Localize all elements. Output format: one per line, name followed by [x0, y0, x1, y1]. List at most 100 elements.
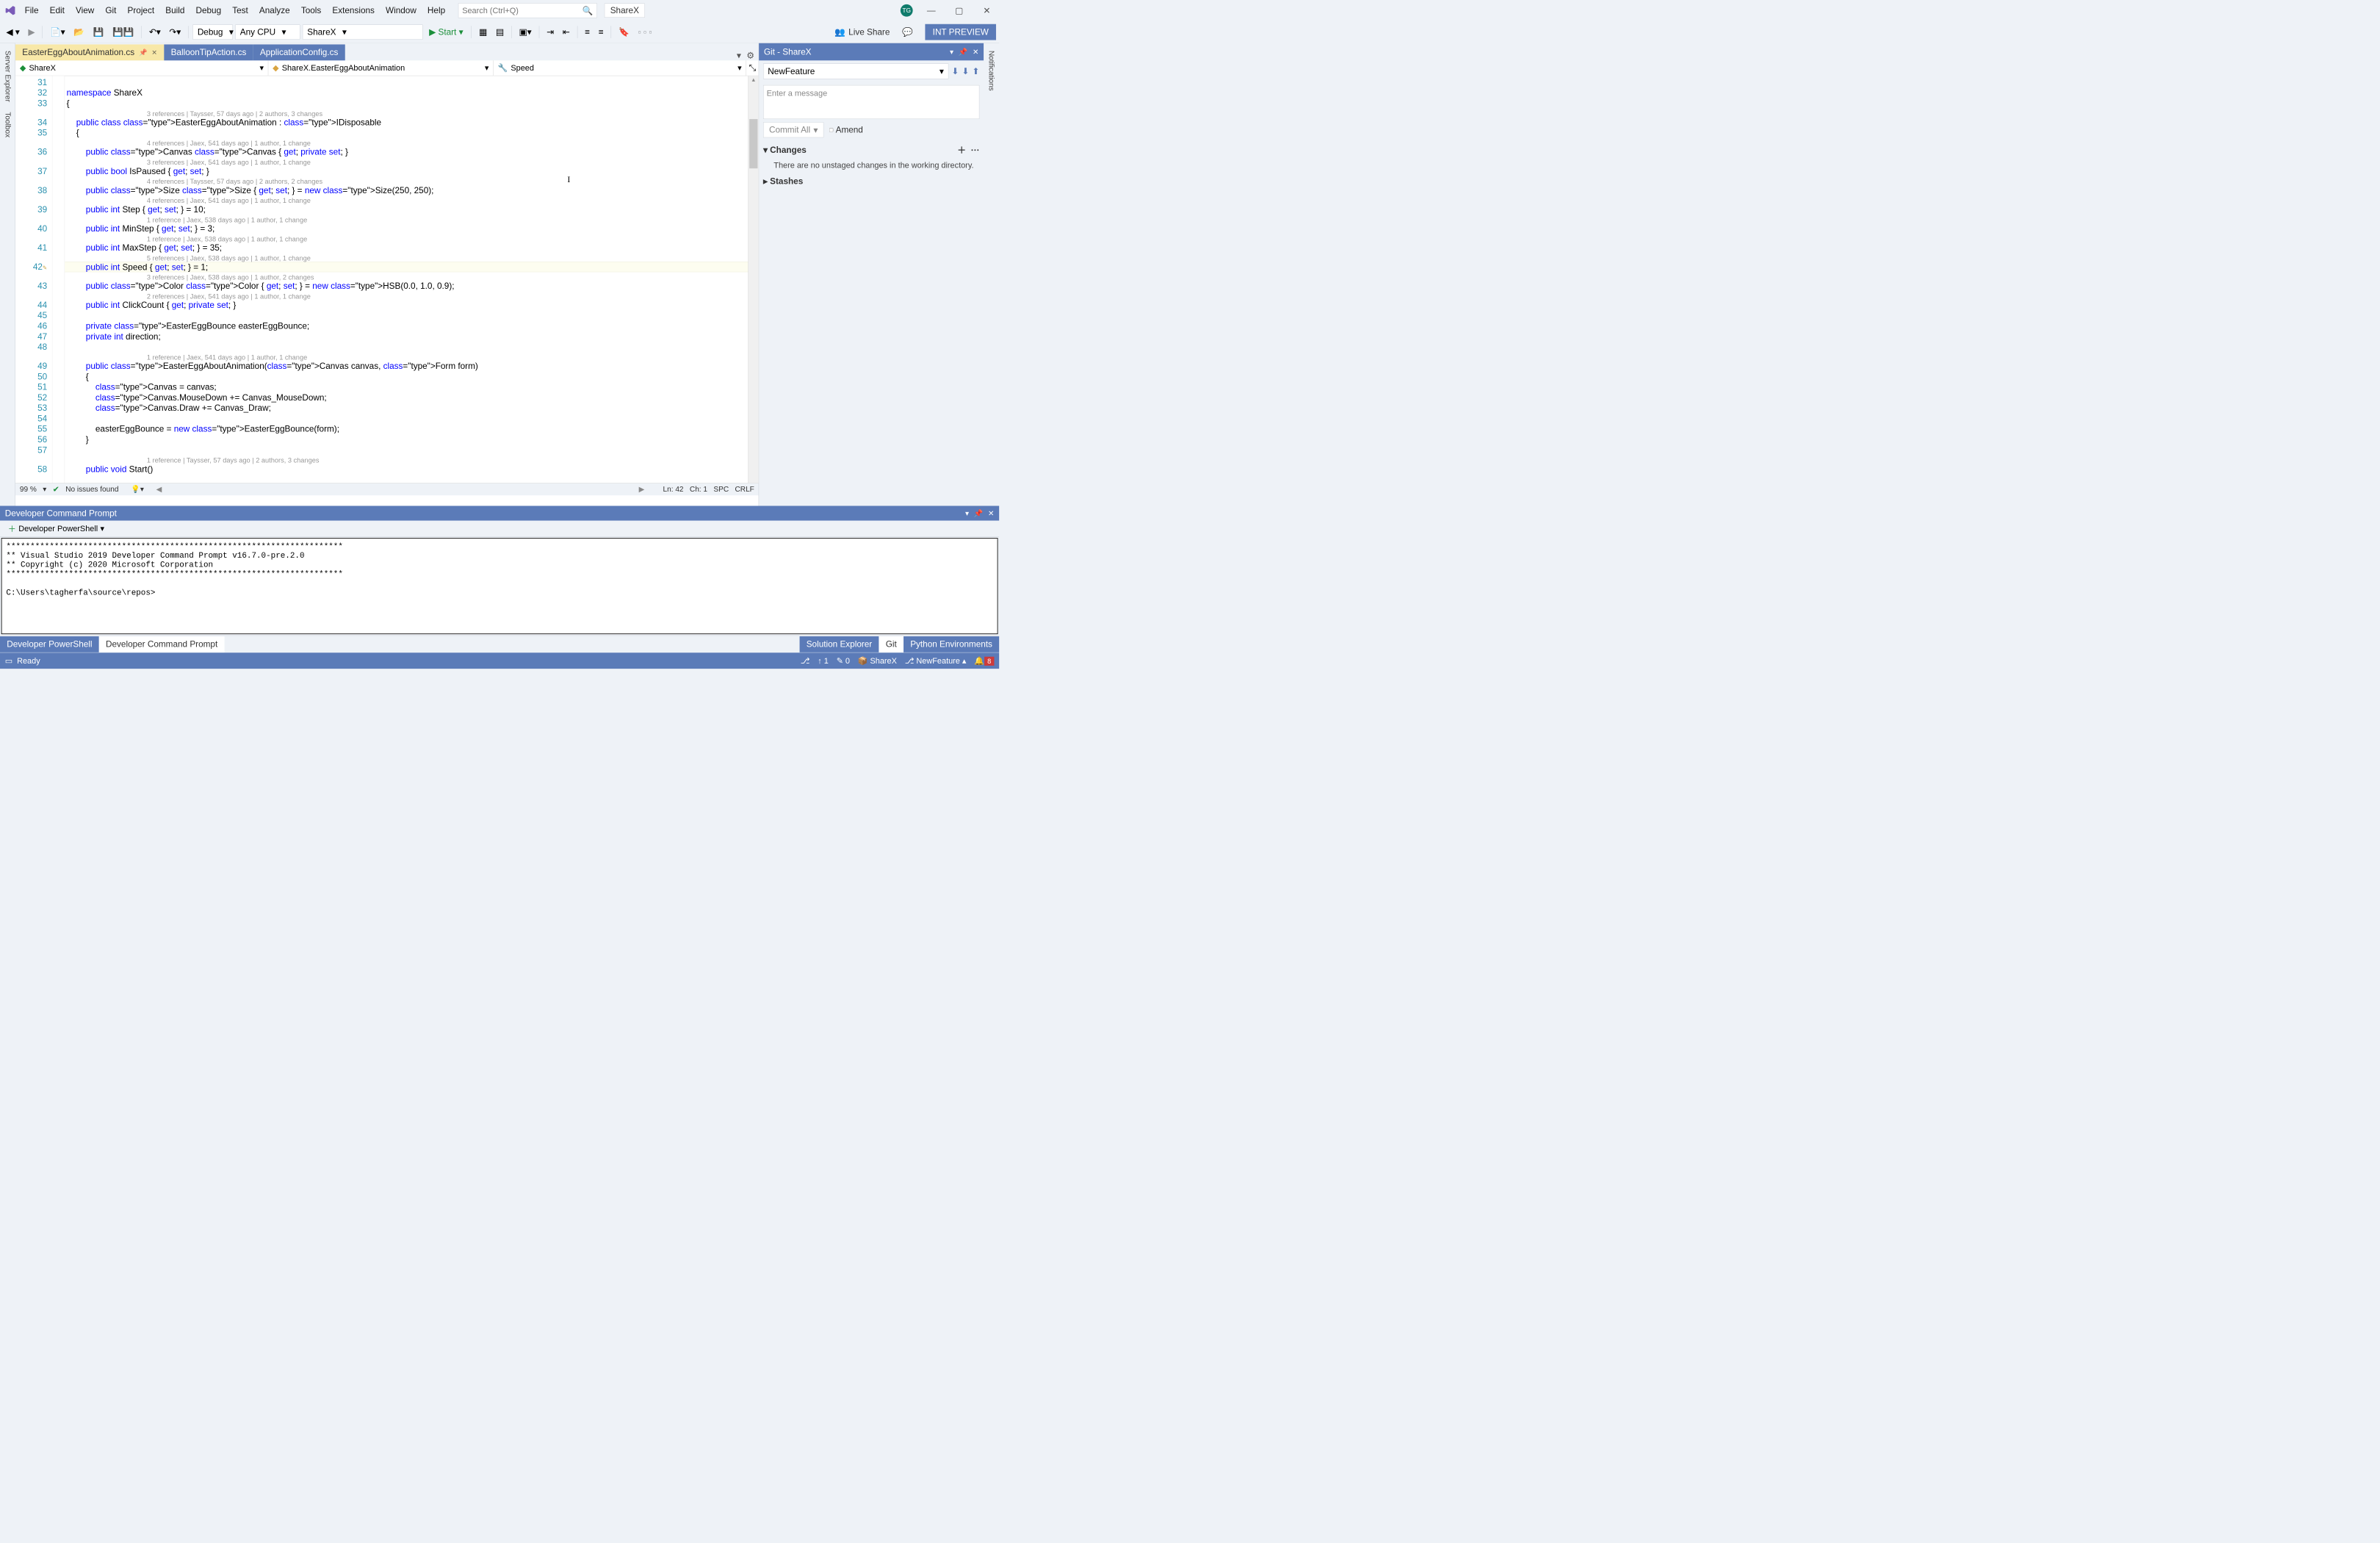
- panel-pin-icon[interactable]: 📌: [959, 47, 968, 56]
- config-dropdown[interactable]: Debug▾: [193, 24, 234, 39]
- menu-build[interactable]: Build: [160, 3, 190, 18]
- live-share-button[interactable]: 👥 Live Share: [834, 27, 890, 37]
- new-project-button[interactable]: 📄▾: [47, 25, 68, 39]
- changes-section-header[interactable]: ▾ Changes ＋ ⋯: [759, 140, 984, 159]
- scroll-thumb[interactable]: [749, 119, 757, 168]
- more-icon[interactable]: ⋯: [971, 145, 980, 155]
- commit-message-input[interactable]: Enter a message: [763, 85, 979, 119]
- menu-help[interactable]: Help: [422, 3, 450, 18]
- menu-file[interactable]: File: [19, 3, 44, 18]
- tab-settings-icon[interactable]: ⚙: [746, 50, 754, 60]
- issues-check-icon: ✔: [53, 485, 60, 494]
- nav-class-dropdown[interactable]: ◆ ShareX.EasterEggAboutAnimation▾: [268, 60, 493, 76]
- start-debug-button[interactable]: ▶ Start ▾: [425, 25, 467, 39]
- tab-overflow-icon[interactable]: ▾: [737, 50, 741, 60]
- bottom-tool-tabs: Developer PowerShellDeveloper Command Pr…: [0, 636, 999, 653]
- tool-grp[interactable]: ▫ ▫ ▫: [635, 25, 654, 38]
- commit-all-button[interactable]: Commit All ▾: [763, 122, 823, 137]
- eol-mode[interactable]: CRLF: [735, 485, 754, 494]
- push-icon[interactable]: ⬆: [972, 66, 979, 76]
- status-pencil[interactable]: ✎ 0: [837, 656, 850, 666]
- tool-btn-3[interactable]: ▣▾: [516, 25, 534, 39]
- term-pin-icon[interactable]: 📌: [974, 508, 984, 517]
- term-close-icon[interactable]: ✕: [988, 508, 994, 517]
- amend-checkbox[interactable]: Amend: [829, 125, 863, 134]
- csharp-project-icon: ◆: [20, 63, 26, 73]
- menu-test[interactable]: Test: [227, 3, 254, 18]
- maximize-button[interactable]: ▢: [950, 3, 968, 18]
- menu-view[interactable]: View: [70, 3, 99, 18]
- quick-search[interactable]: 🔍: [458, 3, 597, 18]
- terminal-body[interactable]: ****************************************…: [1, 538, 998, 634]
- nav-scope-dropdown[interactable]: ◆ ShareX▾: [15, 60, 268, 76]
- platform-dropdown[interactable]: Any CPU▾: [235, 24, 300, 39]
- rail-server-explorer[interactable]: Server Explorer: [2, 46, 13, 107]
- doc-tab[interactable]: BalloonTipAction.cs: [164, 44, 253, 60]
- fetch-icon[interactable]: ⬇: [951, 66, 959, 76]
- menu-extensions[interactable]: Extensions: [327, 3, 381, 18]
- panel-close-icon[interactable]: ✕: [973, 47, 978, 56]
- search-icon: 🔍: [583, 5, 594, 15]
- comment-btn[interactable]: ≡: [582, 25, 593, 38]
- code-editor[interactable]: namespace ShareX{3 references | Taysser,…: [65, 76, 748, 483]
- menu-project[interactable]: Project: [122, 3, 160, 18]
- indent-btn-2[interactable]: ⇤: [560, 25, 573, 39]
- lightbulb-icon[interactable]: 💡▾: [131, 485, 144, 494]
- terminal-launch-dropdown[interactable]: ＋ Developer PowerShell ▾: [3, 520, 109, 536]
- save-all-button[interactable]: 💾💾: [109, 25, 137, 39]
- solution-selector[interactable]: ShareX: [605, 4, 645, 18]
- issues-label[interactable]: No issues found: [65, 485, 118, 494]
- startup-dropdown[interactable]: ShareX▾: [303, 24, 423, 39]
- tool-tab[interactable]: Git: [879, 636, 903, 652]
- indent-btn-1[interactable]: ⇥: [544, 25, 557, 39]
- stage-all-icon[interactable]: ＋: [957, 145, 966, 155]
- indent-mode[interactable]: SPC: [713, 485, 729, 494]
- nav-back-button[interactable]: ◀ ▾: [3, 25, 23, 39]
- terminal-panel: Developer Command Prompt ▾ 📌 ✕ ＋ Develop…: [0, 506, 999, 635]
- doc-tab[interactable]: ApplicationConfig.cs: [253, 44, 345, 60]
- tool-tab[interactable]: Python Environments: [904, 636, 999, 652]
- tool-tab[interactable]: Developer PowerShell: [0, 636, 99, 652]
- rail-toolbox[interactable]: Toolbox: [2, 107, 13, 141]
- uncomment-btn[interactable]: ≡: [596, 25, 607, 38]
- save-button[interactable]: 💾: [90, 25, 107, 39]
- term-dropdown-icon[interactable]: ▾: [965, 508, 969, 517]
- branch-dropdown[interactable]: NewFeature▾: [763, 63, 948, 79]
- open-button[interactable]: 📂: [71, 25, 87, 39]
- notifications-rail[interactable]: Notifications: [986, 46, 997, 96]
- redo-button[interactable]: ↷▾: [166, 25, 184, 39]
- int-preview-badge: INT PREVIEW: [926, 24, 996, 40]
- menu-window[interactable]: Window: [380, 3, 422, 18]
- feedback-button[interactable]: 💬: [899, 25, 916, 39]
- close-button[interactable]: ✕: [978, 3, 996, 18]
- nav-member-dropdown[interactable]: 🔧 Speed▾: [494, 60, 746, 76]
- notifications-button[interactable]: 🔔8: [974, 656, 994, 666]
- menu-tools[interactable]: Tools: [295, 3, 327, 18]
- zoom-level[interactable]: 99 %: [20, 485, 37, 494]
- minimize-button[interactable]: —: [922, 3, 940, 18]
- tool-tab[interactable]: Solution Explorer: [799, 636, 879, 652]
- tool-btn-1[interactable]: ▦: [476, 25, 491, 39]
- menu-git[interactable]: Git: [100, 3, 122, 18]
- stashes-section-header[interactable]: ▸ Stashes: [759, 173, 984, 190]
- bookmark-btn[interactable]: 🔖: [616, 25, 632, 39]
- status-up[interactable]: ↑ 1: [818, 656, 829, 666]
- tool-tab[interactable]: Developer Command Prompt: [99, 636, 225, 652]
- status-repo[interactable]: 📦 ShareX: [858, 656, 897, 666]
- split-editor-button[interactable]: ⤡: [746, 60, 759, 76]
- doc-tab[interactable]: EasterEggAboutAnimation.cs📌✕: [15, 44, 164, 60]
- menu-analyze[interactable]: Analyze: [253, 3, 295, 18]
- vertical-scrollbar[interactable]: ▴: [748, 76, 758, 483]
- nav-fwd-button[interactable]: ▶: [25, 25, 37, 39]
- menu-debug[interactable]: Debug: [190, 3, 227, 18]
- menu-edit[interactable]: Edit: [44, 3, 70, 18]
- status-ready-icon: ▭: [5, 656, 12, 666]
- fold-column[interactable]: [52, 76, 65, 483]
- panel-dropdown-icon[interactable]: ▾: [950, 47, 953, 56]
- search-input[interactable]: [462, 6, 580, 15]
- status-branch[interactable]: ⎇ NewFeature ▴: [905, 656, 967, 666]
- user-avatar[interactable]: TG: [901, 4, 913, 17]
- undo-button[interactable]: ↶▾: [146, 25, 164, 39]
- tool-btn-2[interactable]: ▤: [493, 25, 508, 39]
- pull-icon[interactable]: ⬇: [962, 66, 969, 76]
